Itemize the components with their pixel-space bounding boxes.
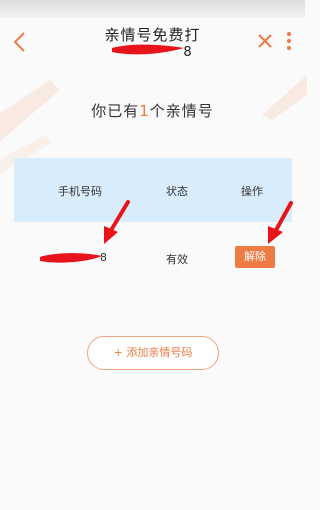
more-vertical-icon[interactable] — [284, 30, 294, 52]
status-cell: 有效 — [166, 253, 188, 266]
unbind-button[interactable]: 解除 — [235, 246, 275, 268]
add-relative-number-button[interactable]: + 添加亲情号码 — [87, 336, 219, 370]
summary-suffix: 个亲情号 — [149, 102, 214, 120]
column-header-phone: 手机号码 — [58, 185, 102, 198]
table-row: 8 有效 解除 — [14, 242, 292, 272]
relative-count: 1 — [139, 102, 150, 120]
phone-number-tail: 8 — [100, 251, 107, 264]
table-header: 手机号码 状态 操作 — [14, 158, 292, 222]
header-bar: 亲情号免费打 8 — [0, 18, 305, 66]
column-header-action: 操作 — [241, 185, 263, 198]
subtitle-tail: 8 — [183, 45, 192, 60]
column-header-status: 状态 — [166, 185, 188, 198]
status-bar — [0, 0, 305, 18]
summary-prefix: 你已有 — [91, 102, 140, 120]
phone-number-cell: 8 — [44, 251, 107, 264]
close-icon[interactable] — [256, 32, 274, 50]
relative-count-summary: 你已有1个亲情号 — [0, 100, 305, 121]
